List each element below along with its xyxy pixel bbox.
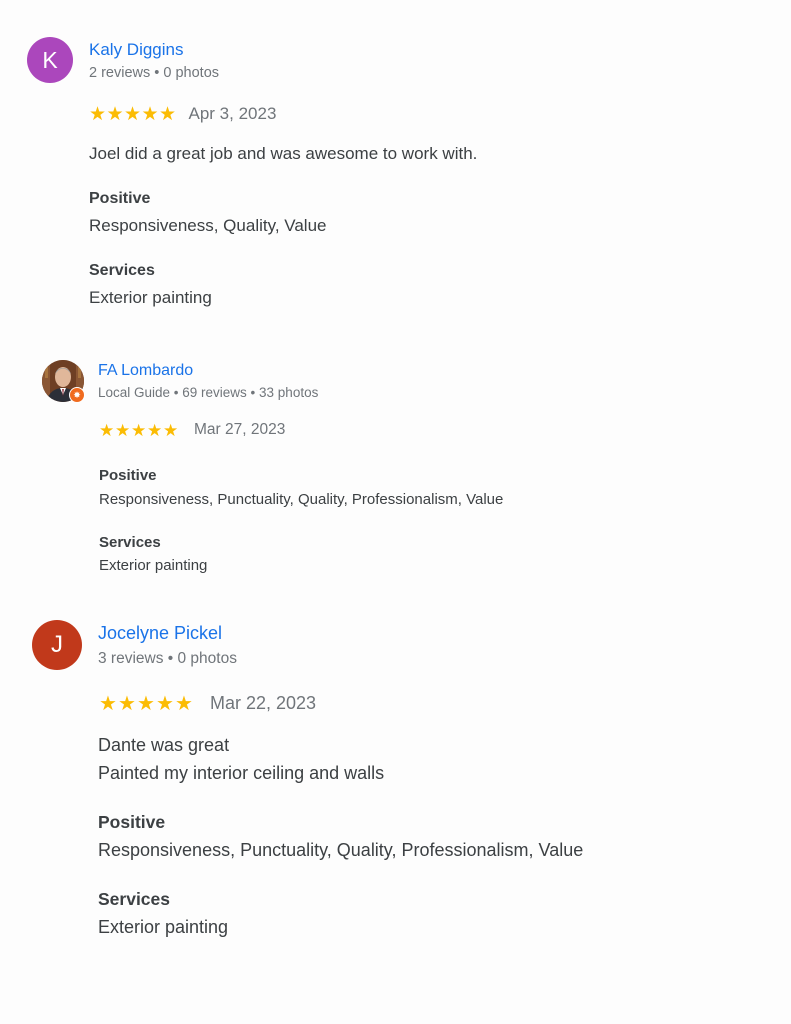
review-text-line: Dante was great <box>98 735 230 755</box>
star-icon: ★ <box>137 692 155 715</box>
services-heading: Services <box>98 889 171 909</box>
avatar[interactable]: J <box>32 620 82 670</box>
services-value: Exterior painting <box>98 917 229 937</box>
rating-row: ★ ★ ★ ★ ★ Mar 22, 2023 <box>99 693 316 714</box>
star-icon: ★ <box>175 692 193 715</box>
positive-attributes: Responsiveness, Punctuality, Quality, Pr… <box>98 840 584 860</box>
star-icon: ★ <box>156 692 174 715</box>
star-icon: ★ <box>99 692 117 715</box>
reviewer-name-link[interactable]: Jocelyne Pickel <box>98 623 222 644</box>
star-icon: ★ <box>118 692 136 715</box>
review-card: J Jocelyne Pickel 3 reviews • 0 photos ★… <box>0 0 791 1024</box>
star-rating: ★ ★ ★ ★ ★ <box>99 694 194 714</box>
review-date: Mar 22, 2023 <box>210 693 317 713</box>
positive-heading: Positive <box>98 812 166 832</box>
reviewer-meta: 3 reviews • 0 photos <box>98 650 237 667</box>
review-text-line: Painted my interior ceiling and walls <box>98 763 385 783</box>
